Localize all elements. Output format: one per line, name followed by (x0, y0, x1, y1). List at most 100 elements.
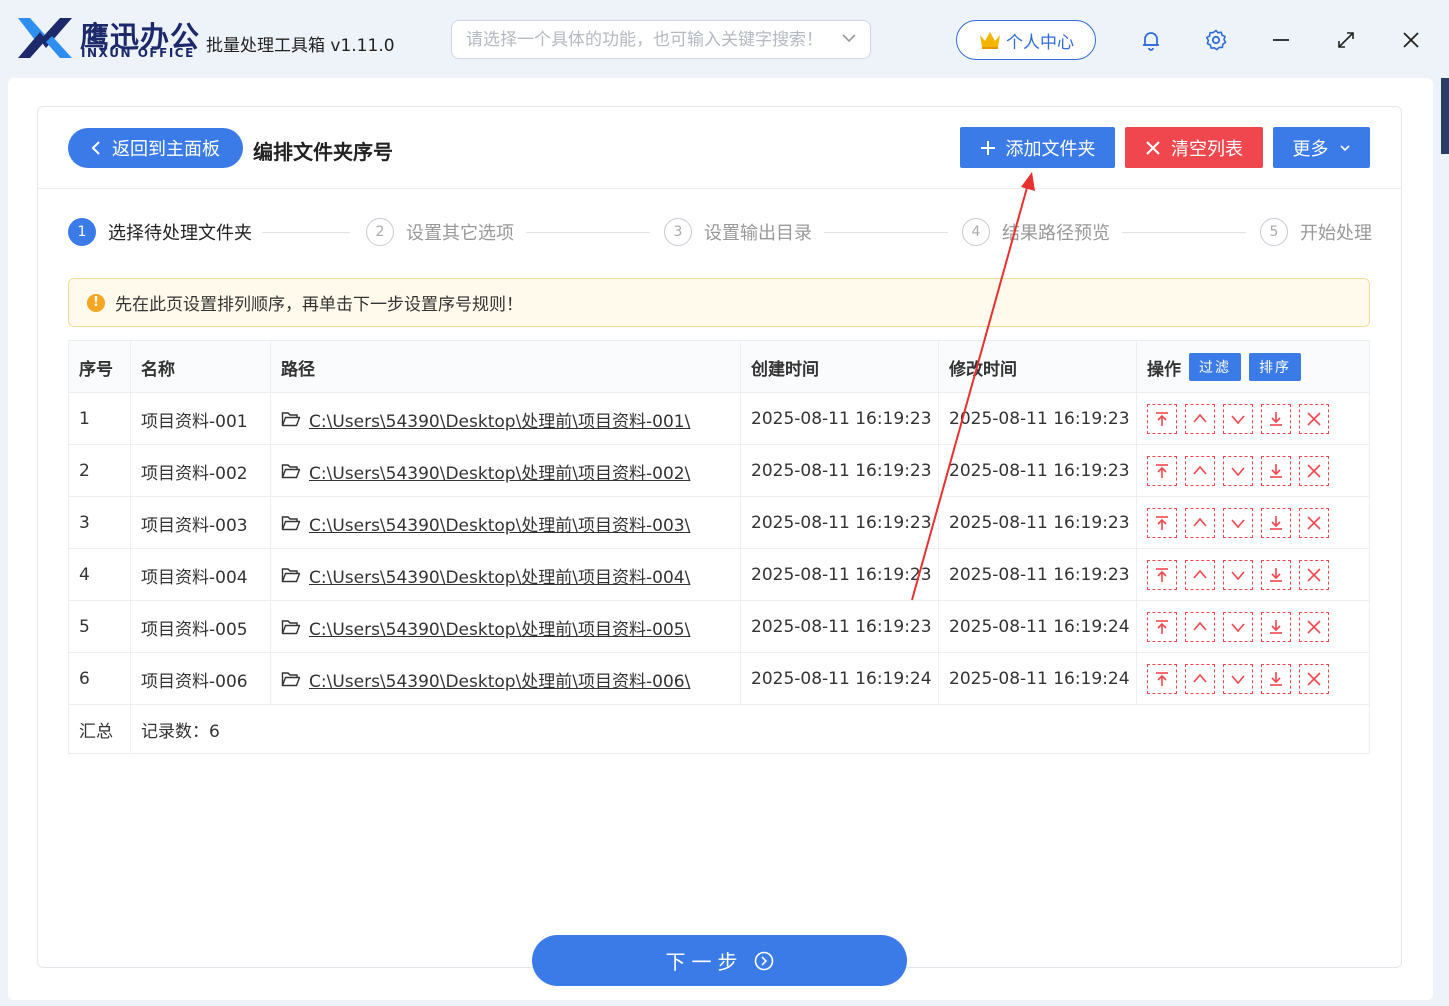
move-down-button[interactable] (1223, 508, 1253, 538)
chevron-down-icon[interactable] (840, 29, 858, 47)
delete-button[interactable] (1299, 508, 1329, 538)
step-label: 设置输出目录 (704, 223, 812, 244)
path-link[interactable]: C:\Users\54390\Desktop\处理前\项目资料-001\ (309, 407, 690, 432)
move-bottom-button[interactable] (1261, 404, 1291, 434)
move-bottom-icon (1270, 516, 1282, 530)
more-label: 更多 (1292, 138, 1329, 160)
cell-created: 2025-08-11 16:19:24 (741, 653, 939, 705)
cell-ops (1137, 549, 1371, 601)
delete-icon (1307, 464, 1321, 478)
path-link[interactable]: C:\Users\54390\Desktop\处理前\项目资料-005\ (309, 615, 690, 640)
move-down-button[interactable] (1223, 612, 1253, 642)
delete-icon (1307, 412, 1321, 426)
clear-list-button[interactable]: 清空列表 (1125, 127, 1263, 168)
gear-icon[interactable] (1204, 28, 1228, 52)
table-row[interactable]: 5 项目资料-005 C:\Users\54390\Desktop\处理前\项目… (69, 601, 1369, 653)
path-link[interactable]: C:\Users\54390\Desktop\处理前\项目资料-003\ (309, 511, 690, 536)
move-bottom-button[interactable] (1261, 664, 1291, 694)
close-icon[interactable] (1399, 28, 1423, 52)
warning-icon: ! (87, 293, 105, 312)
move-up-button[interactable] (1185, 404, 1215, 434)
move-top-button[interactable] (1147, 404, 1177, 434)
cell-ops (1137, 393, 1371, 445)
table-row[interactable]: 4 项目资料-004 C:\Users\54390\Desktop\处理前\项目… (69, 549, 1369, 601)
path-link[interactable]: C:\Users\54390\Desktop\处理前\项目资料-004\ (309, 563, 690, 588)
maximize-icon[interactable] (1334, 28, 1358, 52)
delete-icon (1307, 672, 1321, 686)
move-top-icon (1156, 464, 1168, 478)
column-header-path[interactable]: 路径 (271, 341, 741, 393)
path-link[interactable]: C:\Users\54390\Desktop\处理前\项目资料-002\ (309, 459, 690, 484)
page-title: 编排文件夹序号 (253, 140, 393, 164)
column-header-name[interactable]: 名称 (131, 341, 271, 393)
move-down-button[interactable] (1223, 560, 1253, 590)
plus-icon (980, 140, 995, 155)
column-header-ops: 操作 过滤 排序 (1137, 341, 1371, 393)
move-up-icon (1193, 465, 1207, 475)
move-top-button[interactable] (1147, 456, 1177, 486)
delete-button[interactable] (1299, 612, 1329, 642)
move-bottom-button[interactable] (1261, 508, 1291, 538)
move-bottom-icon (1270, 620, 1282, 634)
step-connector (526, 232, 650, 233)
step-number: 3 (664, 218, 692, 246)
cell-modified: 2025-08-11 16:19:23 (939, 549, 1137, 601)
add-folder-button[interactable]: 添加文件夹 (960, 127, 1115, 168)
user-center-button[interactable]: 个人中心 (956, 20, 1096, 60)
step-5: 5 开始处理 (1260, 218, 1372, 246)
move-down-icon (1231, 623, 1245, 633)
record-count: 记录数：6 (141, 721, 220, 742)
delete-icon (1307, 516, 1321, 530)
column-header-modified[interactable]: 修改时间 (939, 341, 1137, 393)
delete-button[interactable] (1299, 560, 1329, 590)
move-top-button[interactable] (1147, 664, 1177, 694)
move-bottom-button[interactable] (1261, 612, 1291, 642)
move-down-button[interactable] (1223, 664, 1253, 694)
step-label: 设置其它选项 (406, 223, 514, 244)
move-bottom-button[interactable] (1261, 456, 1291, 486)
delete-button[interactable] (1299, 664, 1329, 694)
column-header-created[interactable]: 创建时间 (741, 341, 939, 393)
search-box[interactable] (451, 20, 871, 59)
minimize-icon[interactable] (1269, 28, 1293, 52)
delete-button[interactable] (1299, 404, 1329, 434)
move-up-button[interactable] (1185, 560, 1215, 590)
column-header-index[interactable]: 序号 (69, 341, 131, 393)
cell-path: C:\Users\54390\Desktop\处理前\项目资料-001\ (271, 393, 741, 445)
cell-path: C:\Users\54390\Desktop\处理前\项目资料-003\ (271, 497, 741, 549)
more-button[interactable]: 更多 (1273, 127, 1370, 168)
move-up-button[interactable] (1185, 456, 1215, 486)
cell-created: 2025-08-11 16:19:23 (741, 601, 939, 653)
app-title: 批量处理工具箱 v1.11.0 (206, 36, 395, 56)
move-top-button[interactable] (1147, 612, 1177, 642)
move-bottom-button[interactable] (1261, 560, 1291, 590)
cell-modified: 2025-08-11 16:19:23 (939, 445, 1137, 497)
folder-open-icon (281, 516, 301, 531)
move-up-button[interactable] (1185, 612, 1215, 642)
table-header: 序号 名称 路径 创建时间 修改时间 操作 过滤 排序 (69, 341, 1369, 393)
filter-button[interactable]: 过滤 (1189, 353, 1241, 381)
cell-name: 项目资料-004 (131, 549, 271, 601)
next-step-button[interactable]: 下一步 (532, 935, 907, 986)
bell-icon[interactable] (1139, 28, 1163, 52)
back-to-main-button[interactable]: 返回到主面板 (68, 128, 243, 168)
move-top-icon (1156, 412, 1168, 426)
table-row[interactable]: 1 项目资料-001 C:\Users\54390\Desktop\处理前\项目… (69, 393, 1369, 445)
move-top-icon (1156, 620, 1168, 634)
table-row[interactable]: 3 项目资料-003 C:\Users\54390\Desktop\处理前\项目… (69, 497, 1369, 549)
move-down-button[interactable] (1223, 456, 1253, 486)
folder-open-icon (281, 412, 301, 427)
path-link[interactable]: C:\Users\54390\Desktop\处理前\项目资料-006\ (309, 667, 690, 692)
sort-button[interactable]: 排序 (1249, 353, 1301, 381)
move-up-button[interactable] (1185, 508, 1215, 538)
move-top-button[interactable] (1147, 560, 1177, 590)
delete-button[interactable] (1299, 456, 1329, 486)
inxun-logo-icon (18, 18, 72, 58)
move-down-button[interactable] (1223, 404, 1253, 434)
header-divider (38, 188, 1401, 189)
move-top-button[interactable] (1147, 508, 1177, 538)
table-row[interactable]: 6 项目资料-006 C:\Users\54390\Desktop\处理前\项目… (69, 653, 1369, 705)
search-input[interactable] (466, 21, 836, 58)
move-up-button[interactable] (1185, 664, 1215, 694)
table-row[interactable]: 2 项目资料-002 C:\Users\54390\Desktop\处理前\项目… (69, 445, 1369, 497)
